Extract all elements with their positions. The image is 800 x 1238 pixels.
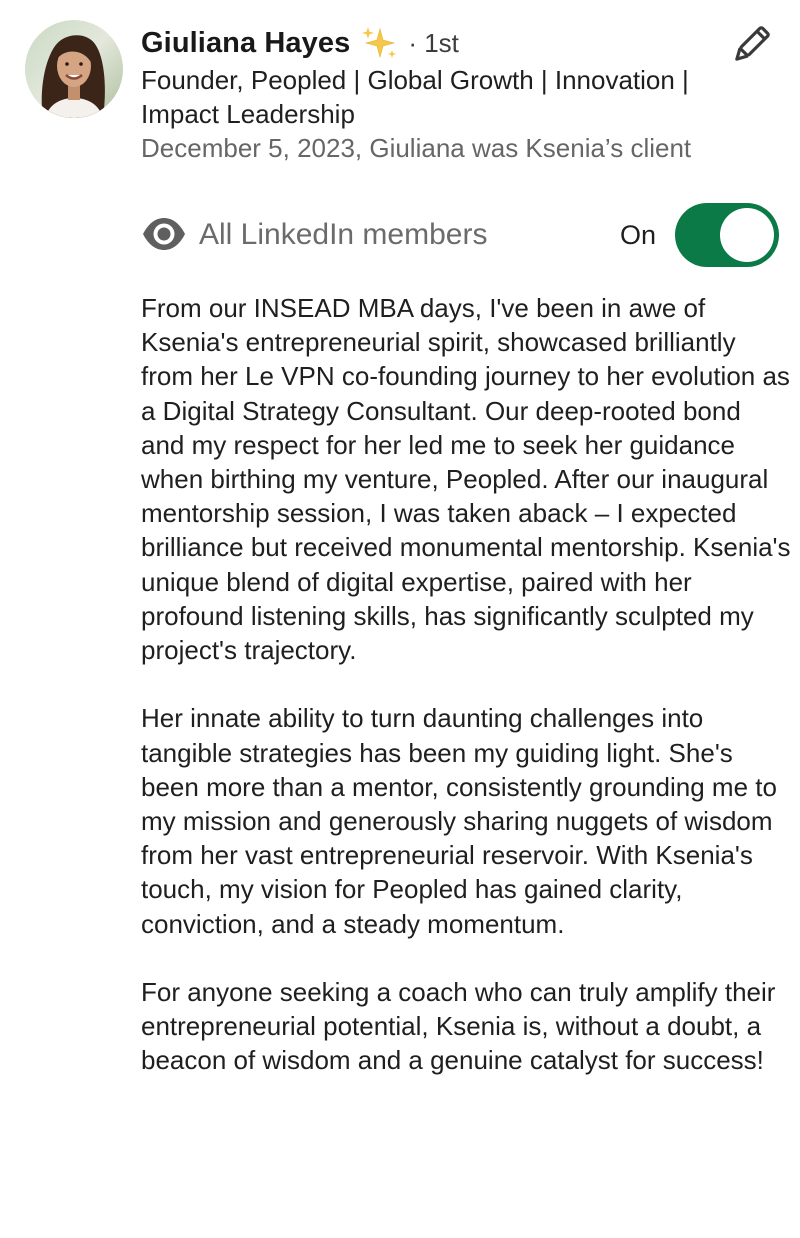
connection-degree: · 1st <box>408 27 459 58</box>
recommendation-paragraph: From our INSEAD MBA days, I've been in a… <box>141 293 791 666</box>
recommendation-paragraph: Her innate ability to turn daunting chal… <box>141 703 777 939</box>
recommendation-text: From our INSEAD MBA days, I've been in a… <box>141 291 791 1078</box>
visibility-toggle[interactable] <box>675 203 779 267</box>
recommendation-date-relationship: December 5, 2023, Giuliana was Ksenia’s … <box>141 133 692 163</box>
visibility-setting-row: All LinkedIn members On <box>141 202 781 268</box>
toggle-state-label: On <box>620 220 657 250</box>
recommendation-header: Giuliana Hayes · 1st Founder, Peopled | … <box>141 24 721 165</box>
avatar-photo <box>25 20 123 118</box>
visibility-label: All LinkedIn members <box>199 218 488 251</box>
name-row: Giuliana Hayes · 1st <box>141 24 721 62</box>
author-avatar[interactable] <box>25 20 123 118</box>
author-name[interactable]: Giuliana Hayes <box>141 27 350 60</box>
pencil-icon <box>735 26 770 61</box>
eye-icon <box>141 216 187 252</box>
edit-button[interactable] <box>728 22 774 68</box>
author-headline: Founder, Peopled | Global Growth | Innov… <box>141 65 689 129</box>
recommendation-paragraph: For anyone seeking a coach who can truly… <box>141 977 776 1076</box>
toggle-knob <box>720 208 774 262</box>
sparkles-icon <box>360 25 398 61</box>
